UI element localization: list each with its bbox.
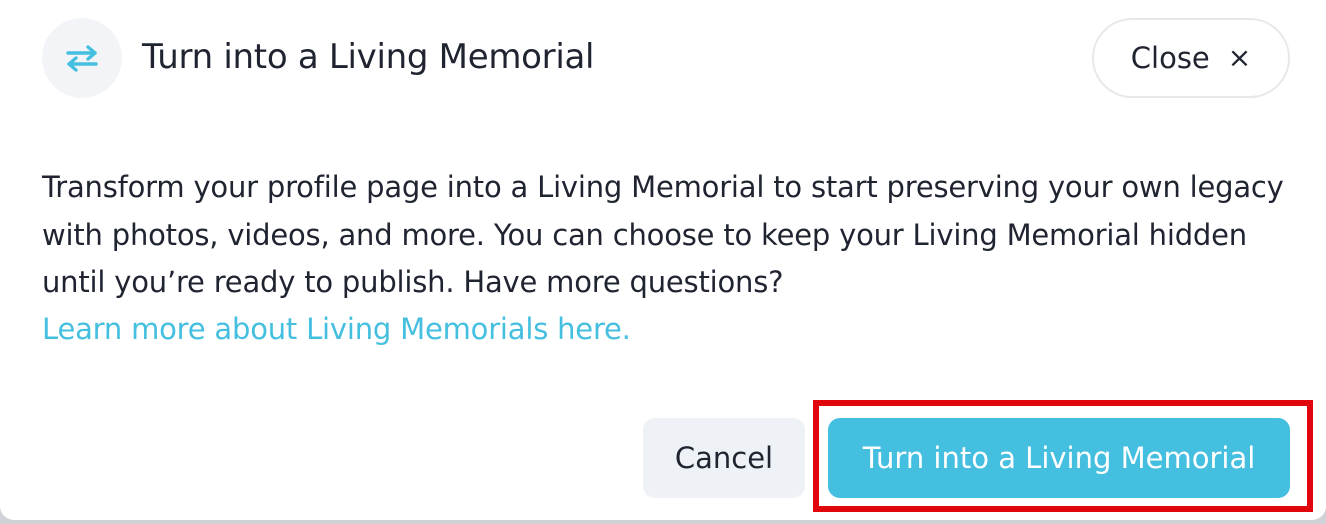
learn-more-link[interactable]: Learn more about Living Memorials here. bbox=[42, 306, 631, 354]
close-button-label: Close bbox=[1130, 41, 1210, 75]
swap-arrows-icon bbox=[66, 45, 98, 72]
living-memorial-dialog: Turn into a Living Memorial Close × Tran… bbox=[0, 0, 1326, 520]
cancel-button[interactable]: Cancel bbox=[643, 418, 805, 498]
turn-into-living-memorial-button[interactable]: Turn into a Living Memorial bbox=[828, 418, 1290, 498]
dialog-description: Transform your profile page into a Livin… bbox=[42, 170, 1284, 299]
header-icon-circle bbox=[42, 18, 122, 98]
dialog-title: Turn into a Living Memorial bbox=[142, 37, 595, 77]
close-button[interactable]: Close × bbox=[1092, 18, 1290, 98]
close-icon: × bbox=[1227, 41, 1252, 74]
